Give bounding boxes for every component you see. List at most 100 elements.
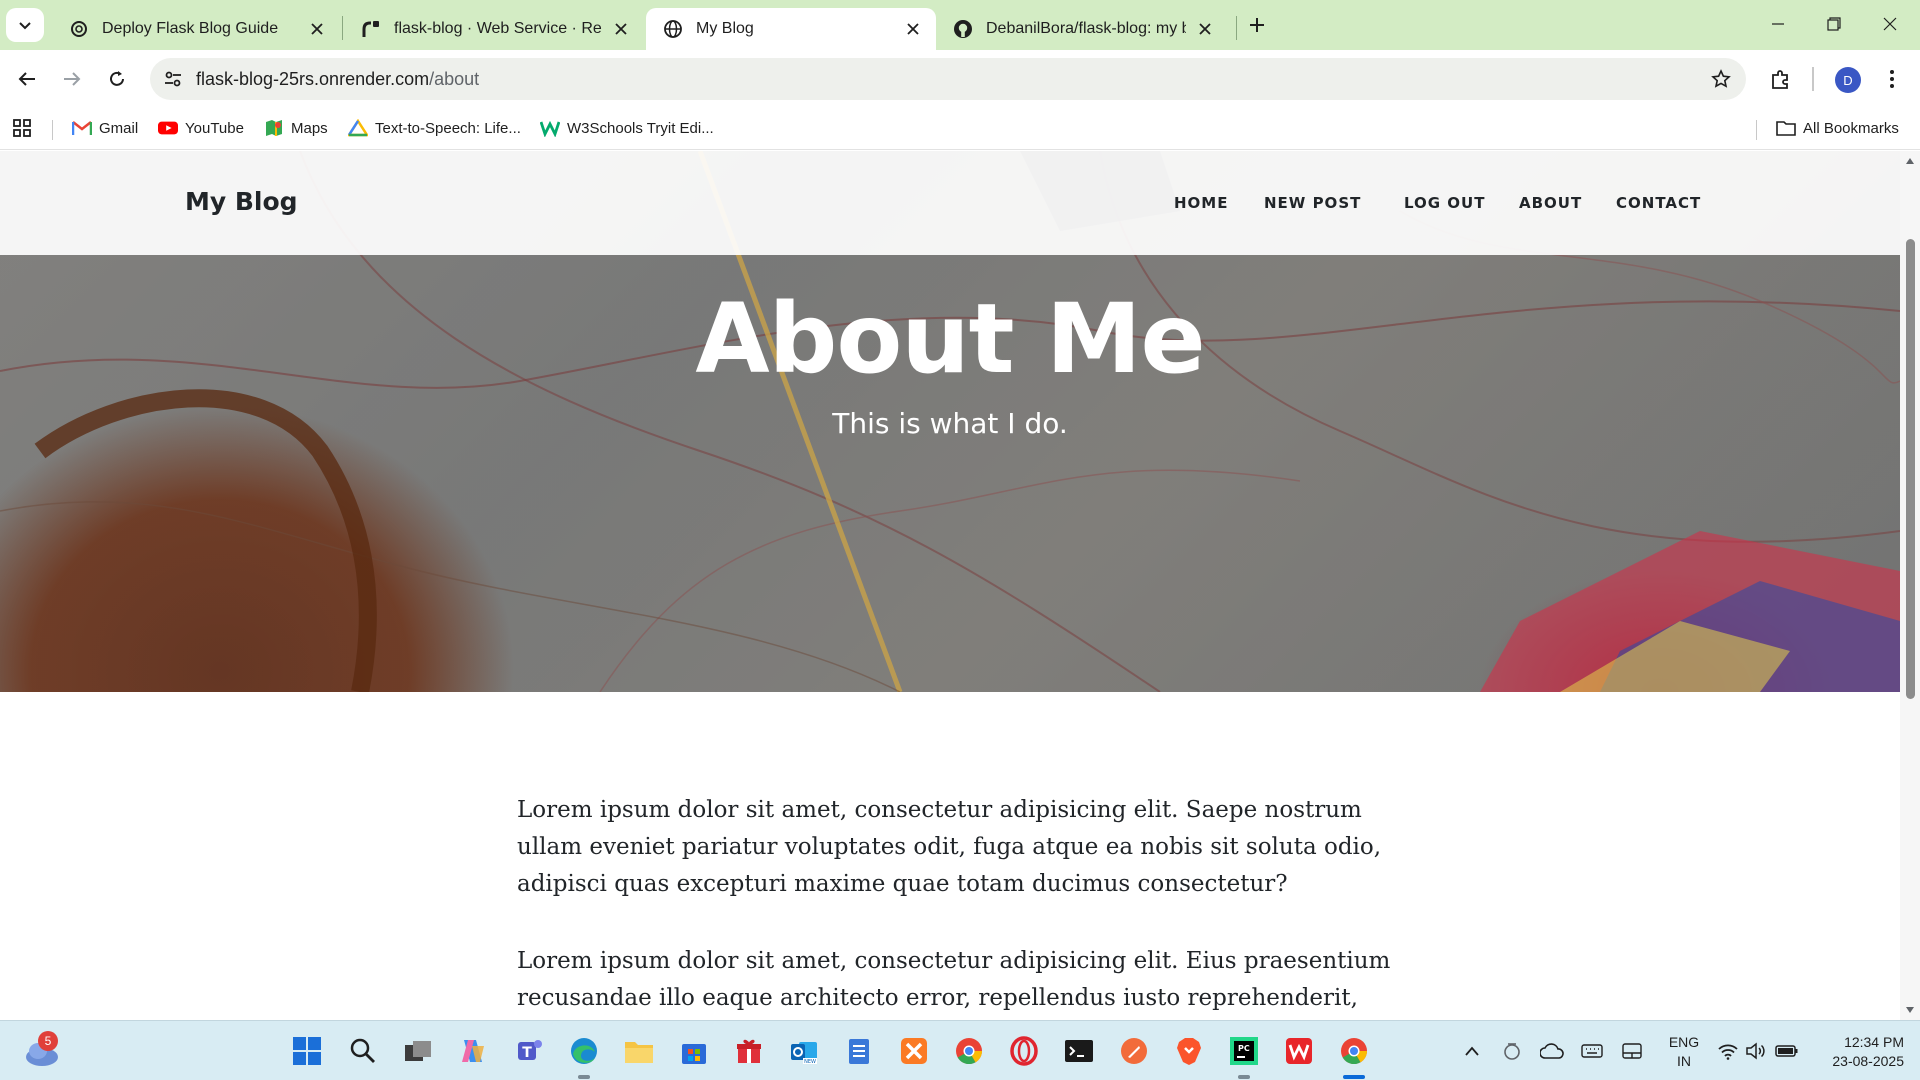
wps-icon[interactable] xyxy=(1282,1034,1316,1068)
kebab-menu-icon xyxy=(1890,70,1894,88)
minimize-icon xyxy=(1772,23,1784,25)
render-icon xyxy=(360,18,382,40)
xampp-icon[interactable] xyxy=(897,1034,931,1068)
bookmarks-divider xyxy=(1756,120,1757,140)
system-clock[interactable]: 12:34 PM 23-08-2025 xyxy=(1812,1033,1904,1071)
bookmark-gmail[interactable]: Gmail xyxy=(72,115,138,141)
file-explorer-icon[interactable] xyxy=(622,1034,656,1068)
pycharm-icon[interactable]: PC xyxy=(1227,1034,1261,1068)
edge-icon[interactable] xyxy=(567,1034,601,1068)
bookmark-maps[interactable]: Maps xyxy=(264,115,328,141)
article-body: Lorem ipsum dolor sit amet, consectetur … xyxy=(517,792,1397,1020)
opera-icon[interactable] xyxy=(1007,1034,1041,1068)
copilot-icon[interactable] xyxy=(456,1034,490,1068)
scroll-down-arrow-icon[interactable] xyxy=(1904,1004,1916,1016)
profile-avatar[interactable]: D xyxy=(1835,67,1861,93)
chrome-icon[interactable] xyxy=(952,1034,986,1068)
minimize-button[interactable] xyxy=(1750,0,1806,48)
tab-title: Deploy Flask Blog Guide xyxy=(102,20,279,37)
all-bookmarks-button[interactable]: All Bookmarks xyxy=(1776,115,1899,141)
site-brand[interactable]: My Blog xyxy=(185,187,298,216)
bookmark-w3schools[interactable]: W3Schools Tryit Edi... xyxy=(540,115,714,141)
scroll-thumb[interactable] xyxy=(1906,239,1915,699)
close-icon[interactable] xyxy=(306,18,328,40)
article-paragraph: Lorem ipsum dolor sit amet, consectetur … xyxy=(517,948,1391,1011)
nav-link-contact[interactable]: CONTACT xyxy=(1616,194,1701,212)
tab-title: flask-blog · Web Service · Render xyxy=(394,20,602,37)
restore-button[interactable] xyxy=(1806,0,1862,48)
tab-github-flask-blog[interactable]: DebanilBora/flask-blog: my blog xyxy=(936,8,1228,50)
outlook-icon[interactable]: NEW xyxy=(787,1034,821,1068)
bookmark-text-to-speech[interactable]: Text-to-Speech: Life... xyxy=(348,115,521,141)
running-indicator xyxy=(578,1075,590,1079)
w3schools-icon xyxy=(540,118,560,138)
bookmarks-divider xyxy=(52,120,53,140)
keyboard-icon[interactable] xyxy=(1580,1039,1604,1063)
apps-button[interactable] xyxy=(12,115,32,141)
gift-icon[interactable] xyxy=(732,1034,766,1068)
language-indicator[interactable]: ENG IN xyxy=(1664,1033,1704,1071)
site-info-icon[interactable] xyxy=(158,64,188,94)
start-icon[interactable] xyxy=(290,1034,324,1068)
store-icon[interactable] xyxy=(677,1034,711,1068)
clock-time: 12:34 PM xyxy=(1844,1034,1904,1050)
tts-icon xyxy=(348,118,368,138)
postman-icon[interactable] xyxy=(1117,1034,1151,1068)
tab-flask-blog-render[interactable]: flask-blog · Web Service · Render xyxy=(344,8,644,50)
restore-icon xyxy=(1827,17,1841,31)
site-navbar: My Blog HOME NEW POST LOG OUT ABOUT CONT… xyxy=(0,151,1900,255)
page-scrollbar[interactable] xyxy=(1900,151,1920,1020)
menu-button[interactable] xyxy=(1874,61,1910,97)
nav-link-home[interactable]: HOME xyxy=(1174,194,1228,212)
address-bar[interactable]: flask-blog-25rs.onrender.com/about xyxy=(150,58,1746,100)
touchpad-icon[interactable] xyxy=(1620,1039,1644,1063)
onedrive-icon[interactable] xyxy=(1540,1039,1564,1063)
gmail-icon xyxy=(72,118,92,138)
tab-my-blog[interactable]: My Blog xyxy=(646,8,936,50)
language-code: ENG xyxy=(1668,1034,1700,1050)
reload-button[interactable] xyxy=(99,61,135,97)
bookmark-label: Gmail xyxy=(99,119,139,137)
brave-icon[interactable] xyxy=(1172,1034,1206,1068)
close-icon[interactable] xyxy=(610,18,632,40)
nav-link-log-out[interactable]: LOG OUT xyxy=(1404,194,1485,212)
battery-icon[interactable] xyxy=(1775,1039,1799,1063)
running-indicator xyxy=(1238,1075,1250,1079)
nav-link-about[interactable]: ABOUT xyxy=(1519,194,1582,212)
tab-search-button[interactable] xyxy=(6,8,44,42)
hero-header: My Blog HOME NEW POST LOG OUT ABOUT CONT… xyxy=(0,151,1900,692)
extensions-button[interactable] xyxy=(1763,61,1799,97)
plus-icon xyxy=(1250,18,1264,32)
nav-link-new-post[interactable]: NEW POST xyxy=(1264,194,1361,212)
back-button[interactable] xyxy=(9,61,45,97)
bookmark-star-icon[interactable] xyxy=(1706,64,1736,94)
teams-icon[interactable]: T xyxy=(512,1034,546,1068)
tab-title: My Blog xyxy=(696,20,754,37)
arrow-left-icon xyxy=(18,72,35,86)
terminal-icon[interactable] xyxy=(1062,1034,1096,1068)
url-path: /about xyxy=(429,69,480,89)
close-window-button[interactable] xyxy=(1862,0,1918,48)
wifi-icon[interactable] xyxy=(1716,1039,1740,1063)
github-icon xyxy=(952,18,974,40)
close-icon[interactable] xyxy=(1194,18,1216,40)
globe-icon xyxy=(662,18,684,40)
url-text[interactable]: flask-blog-25rs.onrender.com/about xyxy=(196,69,479,90)
tray-app-icon[interactable] xyxy=(1500,1039,1524,1063)
apps-grid-icon xyxy=(13,119,31,137)
close-icon[interactable] xyxy=(902,18,924,40)
all-bookmarks-label: All Bookmarks xyxy=(1803,119,1899,137)
toolbar-divider xyxy=(1812,67,1814,91)
chrome-active-icon[interactable] xyxy=(1337,1034,1371,1068)
new-tab-button[interactable] xyxy=(1242,10,1272,40)
url-host: flask-blog-25rs.onrender.com xyxy=(196,69,430,89)
tab-deploy-flask-blog-guide[interactable]: Deploy Flask Blog Guide xyxy=(52,8,340,50)
volume-icon[interactable] xyxy=(1744,1039,1768,1063)
task-view-icon[interactable] xyxy=(401,1034,435,1068)
notepad-icon[interactable] xyxy=(842,1034,876,1068)
bookmark-youtube[interactable]: YouTube xyxy=(158,115,244,141)
chevron-up-icon[interactable] xyxy=(1460,1039,1484,1063)
scroll-up-arrow-icon[interactable] xyxy=(1904,155,1916,167)
search-icon[interactable] xyxy=(346,1034,380,1068)
forward-button[interactable] xyxy=(54,61,90,97)
